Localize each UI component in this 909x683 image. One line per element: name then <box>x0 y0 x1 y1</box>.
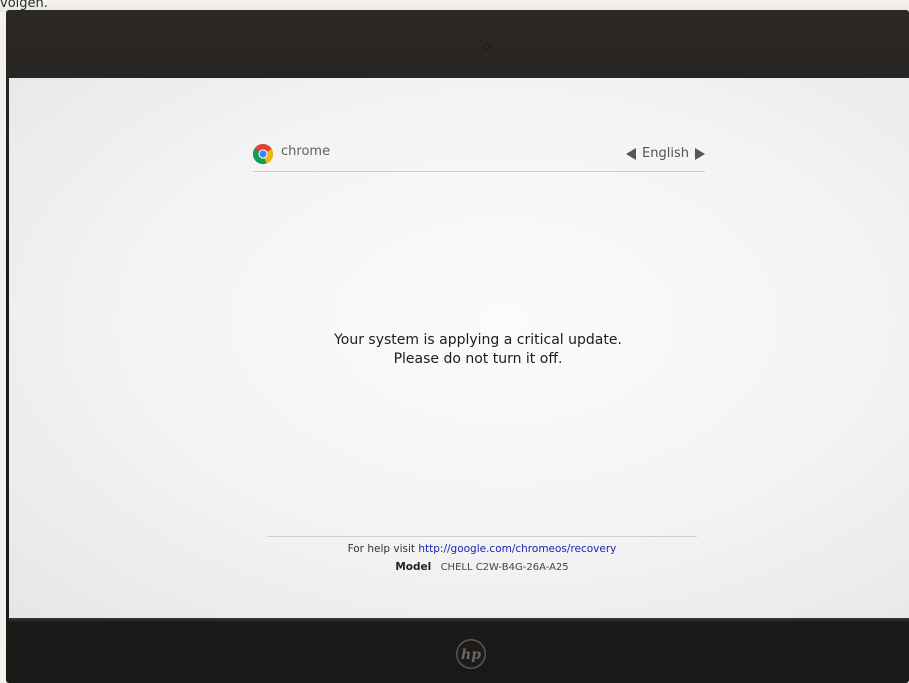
language-selector[interactable]: English <box>626 146 705 161</box>
recovery-header: chrome English <box>253 142 705 172</box>
language-label: English <box>642 146 689 161</box>
help-link[interactable]: http://google.com/chromeos/recovery <box>418 543 616 555</box>
hp-logo-icon: hp <box>456 639 486 669</box>
chrome-logo-icon <box>253 144 273 164</box>
webcam <box>484 44 490 50</box>
arrow-left-icon[interactable] <box>626 147 637 160</box>
hp-logo-text: hp <box>461 647 481 663</box>
chrome-wordmark: chrome <box>281 144 331 159</box>
arrow-right-icon[interactable] <box>695 147 705 160</box>
help-prefix: For help visit <box>347 543 416 555</box>
update-message-line2: Please do not turn it off. <box>393 351 563 367</box>
model-label: Model <box>395 561 432 573</box>
update-message: Your system is applying a critical updat… <box>253 331 703 369</box>
help-line: For help visit http://google.com/chromeo… <box>267 541 697 557</box>
bezel-bottom-edge <box>9 618 909 622</box>
model-value: CHELL C2W-B4G-26A-A25 <box>440 562 569 573</box>
update-message-line1: Your system is applying a critical updat… <box>334 332 622 348</box>
recovery-screen: chrome English Your system is applying a… <box>9 78 909 618</box>
recovery-footer: For help visit http://google.com/chromeo… <box>267 536 697 577</box>
model-line: Model CHELL C2W-B4G-26A-A25 <box>267 558 697 577</box>
